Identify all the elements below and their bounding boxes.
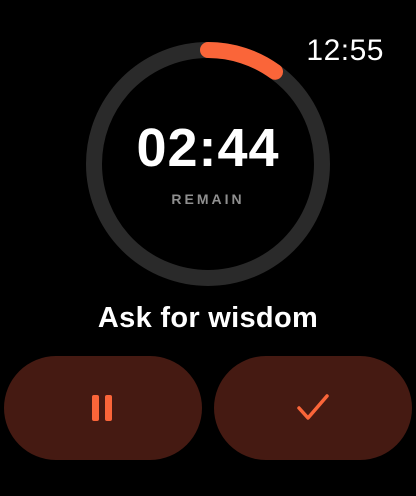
pause-button[interactable] (4, 356, 202, 460)
remain-label: REMAIN (171, 191, 245, 207)
time-remaining: 02:44 (136, 118, 280, 178)
complete-button[interactable] (214, 356, 412, 460)
pause-icon (92, 395, 112, 421)
checkmark-icon (297, 394, 329, 420)
timer-display: 02:44 REMAIN (84, 40, 332, 288)
task-title: Ask for wisdom (97, 302, 319, 334)
